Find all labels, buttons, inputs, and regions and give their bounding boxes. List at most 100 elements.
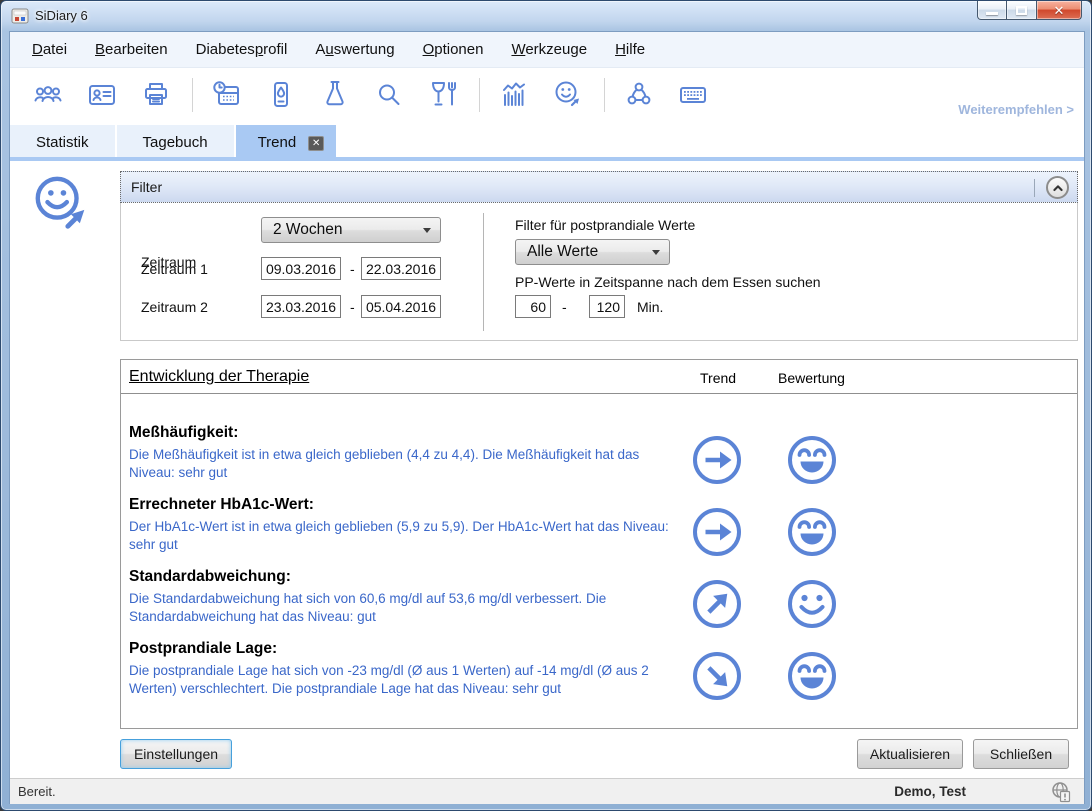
client-area: DateiBearbeitenDiabetesprofilAuswertungO… bbox=[9, 31, 1085, 804]
collapse-filter-button[interactable] bbox=[1046, 176, 1069, 199]
therapy-title: Entwicklung der Therapie bbox=[129, 368, 309, 386]
status-user: Demo, Test bbox=[894, 784, 966, 799]
column-header-trend: Trend bbox=[700, 370, 736, 386]
lab-flask-icon bbox=[318, 79, 352, 111]
search-button[interactable] bbox=[369, 75, 409, 115]
glucose-meter-button[interactable] bbox=[261, 75, 301, 115]
menu-hilfe[interactable]: Hilfe bbox=[601, 41, 659, 58]
zeitraum2-label: Zeitraum 2 bbox=[141, 299, 208, 315]
therapy-row-title: Errechneter HbA1c-Wert: bbox=[129, 494, 1077, 514]
menu-werkzeuge[interactable]: Werkzeuge bbox=[497, 41, 601, 58]
statusbar: Bereit. Demo, Test bbox=[10, 778, 1084, 804]
therapy-row-title: Standardabweichung: bbox=[129, 566, 1077, 586]
schliessen-button[interactable]: Schließen bbox=[973, 739, 1069, 769]
close-icon: ✕ bbox=[1054, 4, 1065, 17]
zeitraum-select-value: 2 Wochen bbox=[273, 221, 343, 239]
calendar-clock-button[interactable] bbox=[207, 75, 247, 115]
toolbar-separator bbox=[604, 78, 605, 112]
main-content: Filter Zeitraum 2 Wochen Zeitraum 1 - bbox=[10, 161, 1084, 778]
statistics-button[interactable] bbox=[494, 75, 534, 115]
tab-label: Statistik bbox=[36, 125, 89, 161]
maximize-icon bbox=[1016, 6, 1027, 15]
search-icon bbox=[372, 79, 406, 111]
chevron-down-icon bbox=[652, 250, 660, 259]
tab-trend[interactable]: Trend ✕ bbox=[236, 125, 337, 161]
minimize-button[interactable] bbox=[977, 1, 1007, 20]
nutrition-icon bbox=[426, 79, 460, 111]
aktualisieren-button[interactable]: Aktualisieren bbox=[857, 739, 963, 769]
pp-filter-select[interactable]: Alle Werte bbox=[515, 239, 670, 265]
zeitraum1-from-input[interactable] bbox=[261, 257, 341, 280]
zeitraum2-from-input[interactable] bbox=[261, 295, 341, 318]
pp-from-input[interactable] bbox=[515, 295, 551, 318]
pp-span-label: PP-Werte in Zeitspanne nach dem Essen su… bbox=[515, 274, 821, 290]
zeitraum2-to-input[interactable] bbox=[361, 295, 441, 318]
tab-statistik[interactable]: Statistik bbox=[10, 125, 115, 161]
therapy-row-description: Die Meßhäufigkeit ist in etwa gleich geb… bbox=[129, 446, 674, 482]
statistics-icon bbox=[497, 79, 531, 111]
range-dash: - bbox=[350, 299, 355, 315]
arrow-down-right-icon bbox=[691, 650, 743, 702]
therapy-row-standardabweichung: Standardabweichung: Die Standardabweichun… bbox=[121, 566, 1077, 638]
id-card-button[interactable] bbox=[82, 75, 122, 115]
trend-smiley-button[interactable] bbox=[548, 75, 588, 115]
maximize-button[interactable] bbox=[1007, 1, 1036, 20]
menu-datei[interactable]: Datei bbox=[18, 41, 81, 58]
share-button[interactable] bbox=[619, 75, 659, 115]
therapy-panel: Entwicklung der Therapie Trend Bewertung… bbox=[120, 359, 1078, 729]
tab-tagebuch[interactable]: Tagebuch bbox=[117, 125, 234, 161]
nutrition-button[interactable] bbox=[423, 75, 463, 115]
therapy-row-me-h-ufigkeit: Meßhäufigkeit:Die Meßhäufigkeit ist in e… bbox=[121, 422, 1077, 494]
range-dash: - bbox=[350, 261, 355, 277]
toolbar-separator bbox=[192, 78, 193, 112]
toolbar: Weiterempfehlen > bbox=[10, 68, 1084, 121]
print-button[interactable] bbox=[136, 75, 176, 115]
therapy-row-errechneter-hba1c-wert: Errechneter HbA1c-Wert: Der HbA1c-Wert is… bbox=[121, 494, 1077, 566]
menu-bearbeiten[interactable]: Bearbeiten bbox=[81, 41, 182, 58]
calendar-clock-icon bbox=[210, 79, 244, 111]
id-card-icon bbox=[85, 79, 119, 111]
chevron-up-icon bbox=[1050, 180, 1066, 196]
therapy-row-description: Der HbA1c-Wert ist in etwa gleich geblie… bbox=[129, 518, 674, 554]
arrow-right-icon bbox=[691, 506, 743, 558]
column-header-bewertung: Bewertung bbox=[778, 370, 845, 386]
zeitraum-select[interactable]: 2 Wochen bbox=[261, 217, 441, 243]
therapy-row-title: Postprandiale Lage: bbox=[129, 638, 1077, 658]
pp-to-input[interactable] bbox=[589, 295, 625, 318]
globe-status-icon bbox=[1050, 781, 1072, 803]
menu-optionen[interactable]: Optionen bbox=[409, 41, 498, 58]
tab-label: Trend bbox=[258, 125, 297, 161]
filter-divider bbox=[483, 213, 484, 331]
therapy-header: Entwicklung der Therapie Trend Bewertung bbox=[121, 360, 1077, 394]
filter-body: Zeitraum 2 Wochen Zeitraum 1 - Zeitraum … bbox=[120, 203, 1078, 341]
menu-auswertung[interactable]: Auswertung bbox=[301, 41, 408, 58]
therapy-row-description: Die Standardabweichung hat sich von 60,6… bbox=[129, 590, 674, 626]
pp-unit-label: Min. bbox=[637, 299, 663, 315]
recommend-link[interactable]: Weiterempfehlen > bbox=[958, 102, 1074, 117]
filter-header: Filter bbox=[120, 171, 1078, 203]
tab-label: Tagebuch bbox=[143, 125, 208, 161]
range-dash: - bbox=[562, 299, 567, 315]
close-button[interactable]: ✕ bbox=[1036, 1, 1082, 20]
zeitraum1-label: Zeitraum 1 bbox=[141, 261, 208, 277]
keyboard-button[interactable] bbox=[673, 75, 713, 115]
status-text: Bereit. bbox=[18, 784, 56, 799]
trend-smiley-icon bbox=[551, 79, 585, 111]
minimize-icon bbox=[986, 12, 998, 15]
pp-filter-select-value: Alle Werte bbox=[527, 243, 598, 261]
users-button[interactable] bbox=[28, 75, 68, 115]
glucose-meter-icon bbox=[264, 79, 298, 111]
einstellungen-button[interactable]: Einstellungen bbox=[120, 739, 232, 769]
pp-filter-label: Filter für postprandiale Werte bbox=[515, 217, 695, 233]
tab-close-button[interactable]: ✕ bbox=[308, 136, 324, 151]
menu-diabetesprofil[interactable]: Diabetesprofil bbox=[182, 41, 302, 58]
tabstrip: Statistik Tagebuch Trend ✕ bbox=[10, 121, 1084, 161]
keyboard-icon bbox=[676, 79, 710, 111]
filter-title: Filter bbox=[131, 179, 162, 195]
header-separator bbox=[1034, 179, 1035, 197]
lab-flask-button[interactable] bbox=[315, 75, 355, 115]
print-icon bbox=[139, 79, 173, 111]
filter-panel: Filter Zeitraum 2 Wochen Zeitraum 1 - bbox=[120, 171, 1078, 341]
zeitraum1-to-input[interactable] bbox=[361, 257, 441, 280]
titlebar: SiDiary 6 ✕ bbox=[1, 1, 1091, 31]
